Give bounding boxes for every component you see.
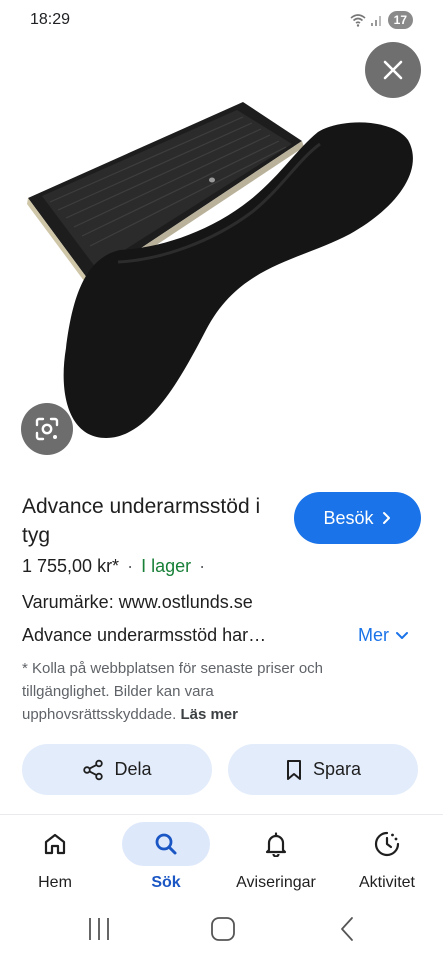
- back-system-button[interactable]: [341, 917, 353, 941]
- nav-item-activity[interactable]: Aktivitet: [337, 822, 437, 897]
- nav-icon-container: [122, 822, 210, 866]
- search-icon: [155, 833, 177, 855]
- chevron-down-icon: [396, 631, 408, 639]
- price: 1 755,00 kr*: [22, 556, 120, 576]
- share-icon: [83, 759, 104, 780]
- save-button[interactable]: Spara: [228, 744, 418, 795]
- close-button[interactable]: [365, 42, 421, 98]
- visit-button[interactable]: Besök: [294, 492, 421, 544]
- product-image: [27, 102, 413, 438]
- nav-icon-container: [343, 822, 431, 866]
- status-icons: 17: [350, 11, 413, 29]
- stock-status: I lager: [141, 556, 192, 576]
- nav-label: Aviseringar: [236, 874, 316, 891]
- status-time: 18:29: [30, 11, 71, 28]
- disclaimer: * Kolla på webbplatsen för senaste prise…: [22, 657, 352, 726]
- share-label: Dela: [114, 759, 152, 779]
- status-bar: 18:29 17: [0, 0, 443, 42]
- nav-item-notifications[interactable]: Aviseringar: [226, 822, 326, 897]
- bookmark-icon: [286, 759, 301, 780]
- activity-icon: [374, 831, 400, 857]
- nav-item-search[interactable]: Sök: [116, 822, 216, 897]
- divider: [0, 814, 443, 815]
- wifi-icon: [350, 14, 366, 27]
- separator-dot: ·: [127, 556, 134, 576]
- system-nav-bar: [89, 917, 353, 941]
- read-more-link[interactable]: Läs mer: [180, 706, 238, 723]
- disclaimer-text: * Kolla på webbplatsen för senaste prise…: [22, 660, 324, 723]
- recent-apps-button[interactable]: [89, 918, 109, 940]
- product-description: Advance underarmsstöd har…: [22, 625, 267, 645]
- brand-info: Varumärke: www.ostlunds.se: [22, 592, 253, 612]
- separator-dot: ·: [199, 556, 206, 576]
- battery-indicator: 17: [387, 11, 413, 29]
- more-label: Mer: [358, 625, 389, 645]
- share-button[interactable]: Dela: [22, 744, 212, 795]
- home-system-button[interactable]: [211, 917, 235, 941]
- nav-label: Aktivitet: [358, 874, 415, 891]
- more-button[interactable]: Mer: [358, 625, 409, 646]
- save-label: Spara: [312, 759, 362, 779]
- home-icon: [44, 833, 66, 855]
- nav-icon-container: [232, 822, 320, 866]
- bell-icon: [265, 832, 287, 857]
- price-row: 1 755,00 kr* · I lager ·: [22, 556, 205, 577]
- lens-button[interactable]: [21, 403, 73, 455]
- signal-icon: [370, 16, 381, 26]
- close-icon: [383, 60, 403, 80]
- nav-label: Sök: [151, 874, 181, 891]
- visit-button-label: Besök: [323, 507, 374, 528]
- nav-label: Hem: [38, 874, 72, 891]
- nav-item-home[interactable]: Hem: [5, 822, 105, 897]
- chevron-right-icon: [382, 512, 390, 524]
- product-title: Advance underarmsstöd i tyg: [22, 495, 261, 547]
- lens-icon: [35, 417, 59, 441]
- nav-icon-container: [11, 822, 99, 866]
